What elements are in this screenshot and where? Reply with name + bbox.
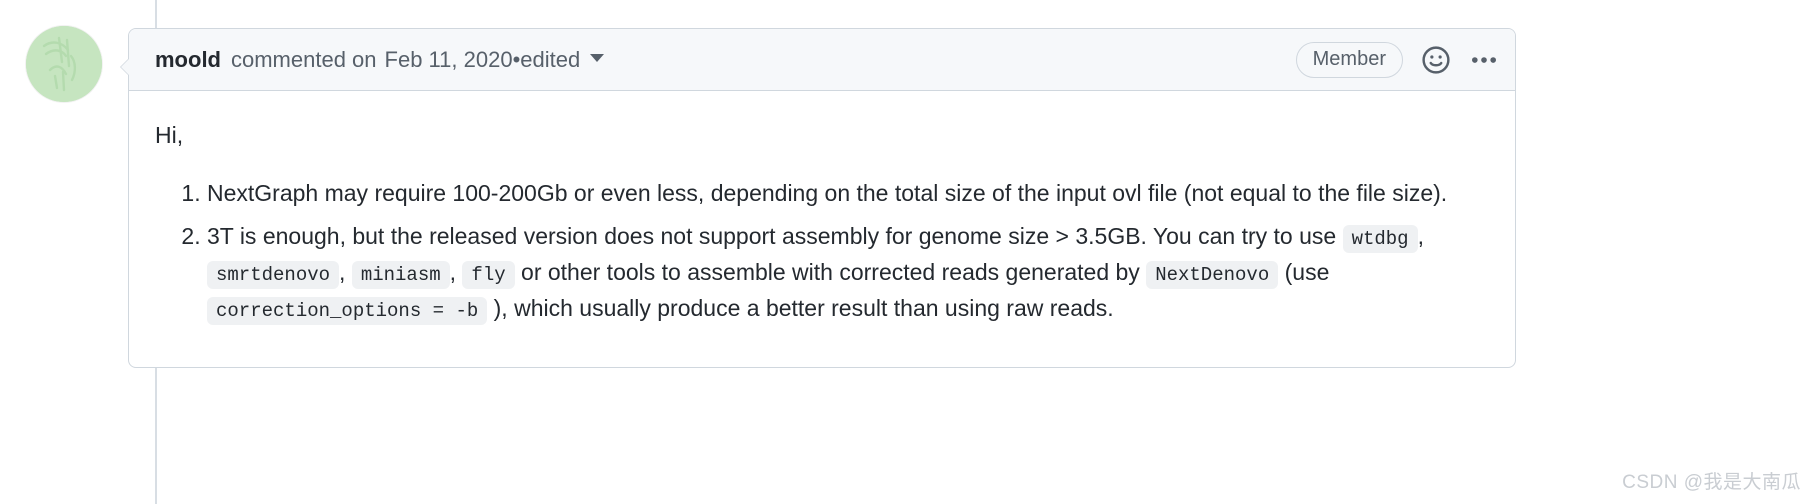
comment-header: moold commented on Feb 11, 2020 • edited…: [129, 29, 1515, 91]
author-association-badge[interactable]: Member: [1295, 41, 1403, 78]
comment-greeting: Hi,: [155, 122, 184, 148]
list-item-text: 3T is enough, but the released version d…: [207, 222, 1343, 249]
list-item: NextGraph may require 100-200Gb or even …: [207, 175, 1485, 211]
list-item-text: ,: [1417, 222, 1424, 249]
inline-code: smrtdenovo: [207, 260, 340, 289]
comment-arrow-fill: [121, 58, 130, 76]
list-item-text: ,: [339, 258, 352, 285]
smiley-icon[interactable]: [1421, 45, 1451, 75]
inline-code: miniasm: [351, 260, 450, 289]
watermark: CSDN @我是大南瓜: [1622, 472, 1801, 493]
comment-edited-label[interactable]: edited: [520, 47, 580, 73]
list-item-text: ), which usually produce a better result…: [487, 295, 1114, 322]
kebab-horizontal-icon[interactable]: [1469, 45, 1499, 75]
list-item-text: ,: [449, 258, 463, 285]
comment-meta-separator: •: [512, 46, 521, 72]
comment-timestamp[interactable]: Feb 11, 2020: [385, 47, 513, 73]
inline-code: correction_options = -b: [207, 297, 488, 326]
inline-code: NextDenovo: [1146, 260, 1279, 289]
list-item: 3T is enough, but the released version d…: [207, 218, 1485, 327]
list-item-text: NextGraph may require 100-200Gb or even …: [207, 180, 1448, 207]
avatar[interactable]: [26, 26, 102, 102]
avatar-image: [26, 26, 102, 102]
comment-author[interactable]: moold: [155, 47, 221, 73]
comment-action-label: commented on: [231, 46, 377, 72]
inline-code: wtdbg: [1342, 224, 1418, 253]
comment-body: Hi, NextGraph may require 100-200Gb or e…: [129, 91, 1515, 367]
list-item-text: or other tools to assemble with correcte…: [514, 258, 1147, 285]
comment-card: moold commented on Feb 11, 2020 • edited…: [120, 28, 1516, 368]
comment-ordered-list: NextGraph may require 100-200Gb or even …: [155, 175, 1485, 326]
chevron-down-icon[interactable]: [590, 53, 605, 62]
inline-code: fly: [462, 260, 515, 289]
list-item-text: (use: [1278, 258, 1330, 285]
